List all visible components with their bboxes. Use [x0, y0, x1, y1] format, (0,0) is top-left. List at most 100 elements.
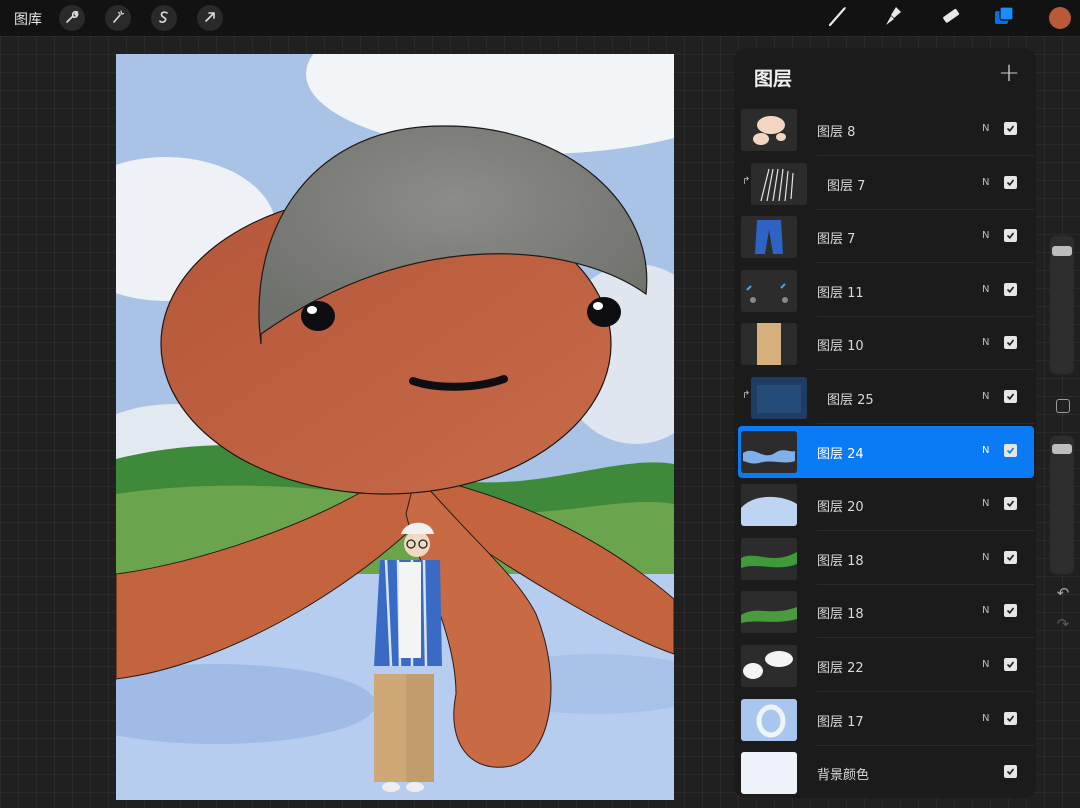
layer-name: 图层 7 [817, 232, 856, 248]
add-layer-button[interactable]: + [996, 60, 1022, 86]
layer-visibility-checkbox[interactable] [1004, 497, 1017, 511]
layers-button[interactable] [990, 4, 1018, 32]
layer-row[interactable]: ↱ 图层 25 N [738, 372, 1034, 424]
checkmark-icon [1006, 500, 1015, 508]
layer-name: 图层 25 [827, 393, 874, 408]
blend-mode-button[interactable]: N [982, 391, 989, 402]
checkmark-icon [1006, 661, 1015, 669]
layer-name: 图层 17 [817, 714, 864, 730]
top-toolbar: 图库 [0, 0, 1080, 36]
blend-mode-button[interactable]: N [982, 713, 989, 724]
layer-thumbnail[interactable] [741, 645, 797, 687]
layer-visibility-checkbox[interactable] [1004, 765, 1017, 779]
layer-thumbnail[interactable] [741, 216, 797, 259]
brush-size-handle[interactable] [1052, 246, 1072, 256]
layer-thumbnail[interactable] [741, 591, 797, 634]
layer-name: 图层 20 [817, 500, 864, 516]
blend-mode-button[interactable]: N [982, 230, 989, 241]
layer-row[interactable]: 图层 18 N [738, 586, 1034, 639]
checkmark-icon [1006, 768, 1015, 776]
modify-button[interactable] [1056, 399, 1070, 413]
layer-row[interactable]: 图层 17 N [738, 694, 1034, 746]
actions-button[interactable] [59, 5, 85, 31]
checkmark-icon [1006, 447, 1015, 454]
layer-thumbnail[interactable] [751, 162, 807, 205]
blend-mode-button[interactable]: N [982, 177, 989, 188]
smudge-tool-button[interactable] [880, 4, 908, 32]
layer-visibility-checkbox[interactable] [1004, 711, 1017, 725]
blend-mode-button[interactable]: N [982, 445, 989, 456]
gallery-button[interactable]: 图库 [14, 9, 42, 29]
redo-button[interactable]: ↷ [1053, 615, 1073, 635]
layer-name: 图层 18 [817, 553, 864, 569]
row-divider [817, 315, 1034, 317]
layer-name: 图层 22 [817, 661, 864, 676]
layer-row[interactable]: 图层 22 N [738, 640, 1034, 692]
blend-mode-button[interactable]: N [982, 123, 989, 134]
blend-mode-button[interactable]: N [982, 659, 989, 670]
layer-visibility-checkbox[interactable] [1004, 336, 1017, 350]
layer-row[interactable]: 图层 7 N [738, 211, 1034, 264]
transform-arrow-icon [203, 9, 217, 28]
layer-row[interactable]: 图层 20 N [738, 479, 1034, 532]
blend-mode-button[interactable]: N [982, 337, 989, 348]
layers-panel: 图层 + 图层 8 N ↱ 图层 7 N 图层 7 N 图层 11 N 图层 10 N ↱ 图层 25 N… [734, 48, 1036, 798]
checkmark-icon [1006, 125, 1015, 133]
layer-visibility-checkbox[interactable] [1004, 229, 1017, 243]
layer-row[interactable]: 图层 18 N [738, 533, 1034, 585]
opacity-handle[interactable] [1052, 443, 1072, 454]
layer-visibility-checkbox[interactable] [1004, 390, 1017, 403]
layer-row[interactable]: ↱ 图层 7 N [738, 158, 1034, 210]
row-divider [817, 155, 1034, 156]
blend-mode-button[interactable]: N [982, 284, 989, 295]
layer-visibility-checkbox[interactable] [1004, 658, 1017, 671]
blend-mode-button[interactable]: N [982, 498, 989, 509]
layer-name: 图层 11 [817, 285, 864, 301]
layer-row[interactable]: 图层 10 N [738, 318, 1034, 371]
layer-thumbnail[interactable] [741, 537, 797, 580]
blend-mode-button[interactable]: N [982, 605, 989, 616]
layer-visibility-checkbox[interactable] [1004, 282, 1017, 296]
layer-thumbnail[interactable] [741, 698, 797, 741]
row-divider [817, 530, 1034, 532]
layer-row[interactable]: 图层 24 N [738, 425, 1034, 478]
layer-thumbnail[interactable] [741, 109, 797, 151]
brush-icon [826, 4, 850, 32]
wrench-icon [65, 9, 79, 28]
layer-visibility-checkbox[interactable] [1004, 443, 1017, 457]
layer-thumbnail[interactable] [741, 430, 797, 473]
transform-button[interactable] [197, 5, 223, 31]
color-picker-button[interactable] [1049, 7, 1071, 29]
redo-icon: ↷ [1056, 615, 1070, 633]
layer-row[interactable]: 背景颜色 [738, 747, 1034, 798]
smudge-icon [882, 4, 906, 32]
layer-thumbnail[interactable] [741, 269, 797, 312]
layer-visibility-checkbox[interactable] [1004, 122, 1017, 135]
brush-tool-button[interactable] [824, 4, 852, 32]
checkmark-icon [1006, 179, 1015, 186]
layer-name: 背景颜色 [817, 768, 870, 784]
layer-thumbnail[interactable] [751, 377, 807, 419]
eraser-tool-button[interactable] [936, 4, 964, 32]
layers-icon [992, 4, 1016, 32]
layer-visibility-checkbox[interactable] [1004, 604, 1017, 618]
layer-thumbnail[interactable] [741, 752, 797, 795]
layer-thumbnail[interactable] [741, 484, 797, 527]
undo-button[interactable]: ↶ [1053, 584, 1073, 604]
opacity-slider[interactable] [1050, 436, 1074, 574]
checkmark-icon [1006, 607, 1015, 615]
brush-size-slider[interactable] [1050, 236, 1074, 374]
layer-thumbnail[interactable] [741, 323, 797, 366]
adjustments-button[interactable] [105, 5, 131, 31]
left-eye [301, 301, 335, 331]
row-divider [817, 423, 1034, 424]
layer-visibility-checkbox[interactable] [1004, 550, 1017, 564]
right-eye [587, 297, 621, 327]
blend-mode-button[interactable]: N [982, 552, 989, 563]
layer-visibility-checkbox[interactable] [1004, 175, 1017, 189]
selection-button[interactable] [151, 5, 177, 31]
layers-panel-title: 图层 [754, 68, 793, 90]
layer-row[interactable]: 图层 11 N [738, 265, 1034, 317]
layer-row[interactable]: 图层 8 N [738, 104, 1034, 156]
drawing-canvas[interactable] [116, 54, 674, 800]
